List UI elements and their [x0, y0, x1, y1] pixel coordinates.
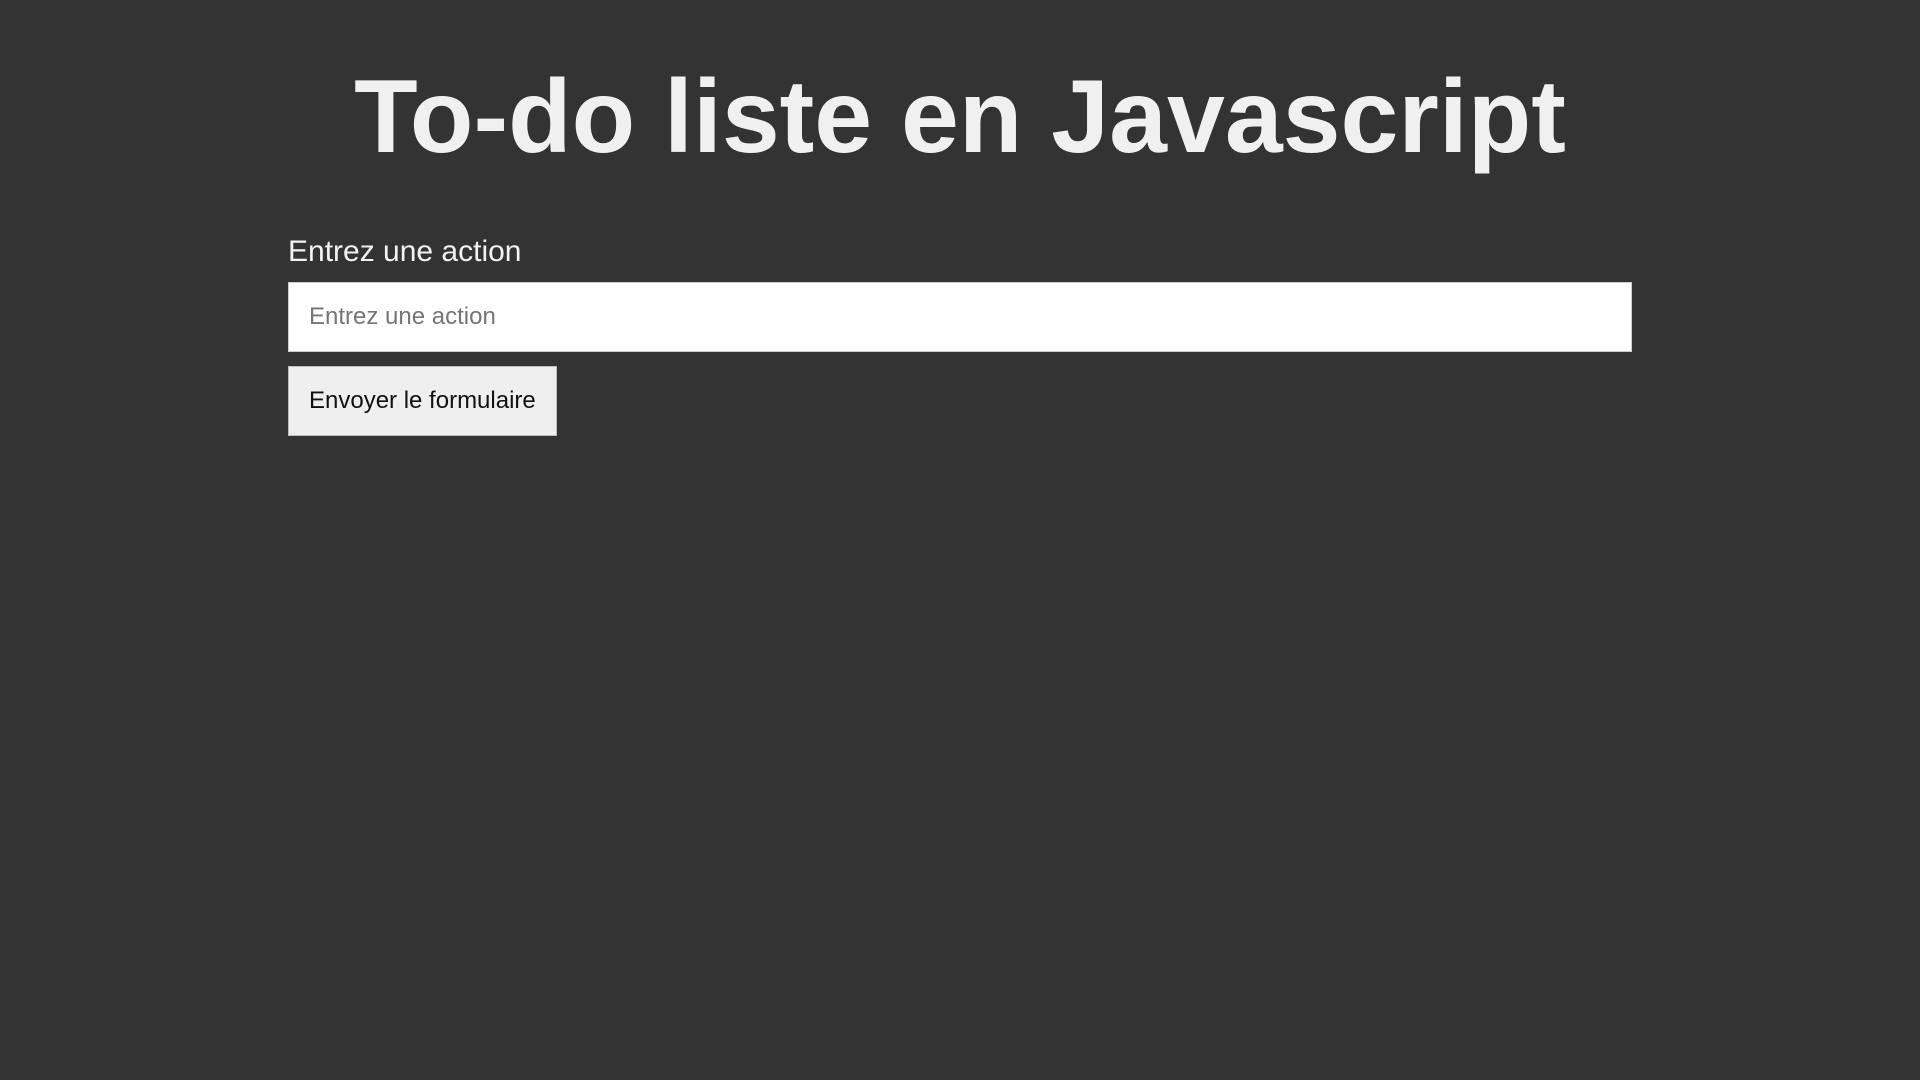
todo-form: Entrez une action Envoyer le formulaire [288, 232, 1632, 436]
todo-input[interactable] [288, 282, 1632, 352]
page-title: To-do liste en Javascript [354, 59, 1566, 175]
submit-button[interactable]: Envoyer le formulaire [288, 366, 557, 436]
todo-input-label: Entrez une action [288, 235, 522, 268]
page: To-do liste en Javascript Entrez une act… [0, 0, 1920, 1080]
